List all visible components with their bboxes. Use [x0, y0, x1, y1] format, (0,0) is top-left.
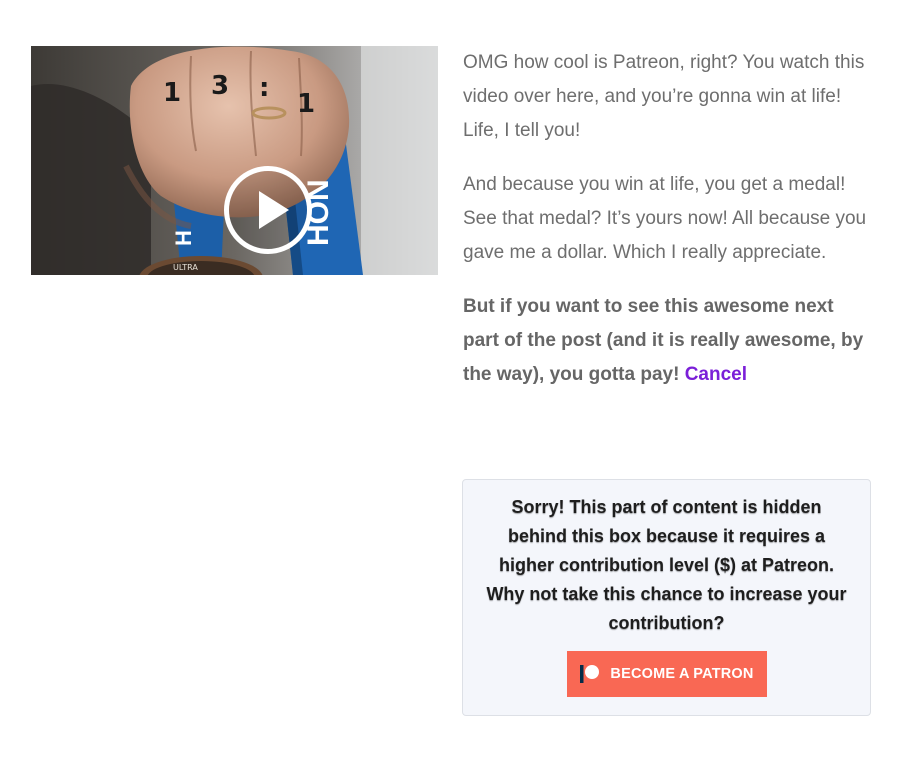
ribbon-text-left: H: [171, 230, 196, 246]
become-a-patron-button[interactable]: BECOME A PATRON: [567, 651, 767, 697]
cancel-link[interactable]: Cancel: [685, 364, 747, 385]
play-triangle-icon: [259, 191, 289, 229]
locked-content-message: Sorry! This part of content is hidden be…: [486, 497, 847, 633]
medal-text: ULTRA: [173, 263, 198, 272]
finger-tattoo-colon: :: [259, 73, 269, 103]
video-thumbnail[interactable]: 1 3 : 1 HON H ULTRA: [31, 46, 438, 275]
become-a-patron-label: BECOME A PATRON: [610, 666, 754, 682]
post-paragraph-3-text: But if you want to see this awesome next…: [463, 296, 864, 385]
finger-tattoo-1b: 1: [297, 89, 315, 119]
play-circle-icon[interactable]: [224, 166, 312, 254]
post-paragraph-1: OMG how cool is Patreon, right? You watc…: [463, 52, 865, 141]
finger-tattoo-3: 3: [211, 71, 229, 101]
post-paragraph-2: And because you win at life, you get a m…: [463, 174, 867, 263]
post-content: OMG how cool is Patreon, right? You watc…: [463, 46, 868, 412]
finger-tattoo-1: 1: [163, 78, 181, 108]
video-thumbnail-image: 1 3 : 1 HON H ULTRA: [31, 46, 438, 275]
patreon-logo-icon: [580, 665, 600, 683]
post-paragraph-3: But if you want to see this awesome next…: [463, 290, 868, 392]
patreon-locked-content-box: Sorry! This part of content is hidden be…: [462, 479, 871, 716]
